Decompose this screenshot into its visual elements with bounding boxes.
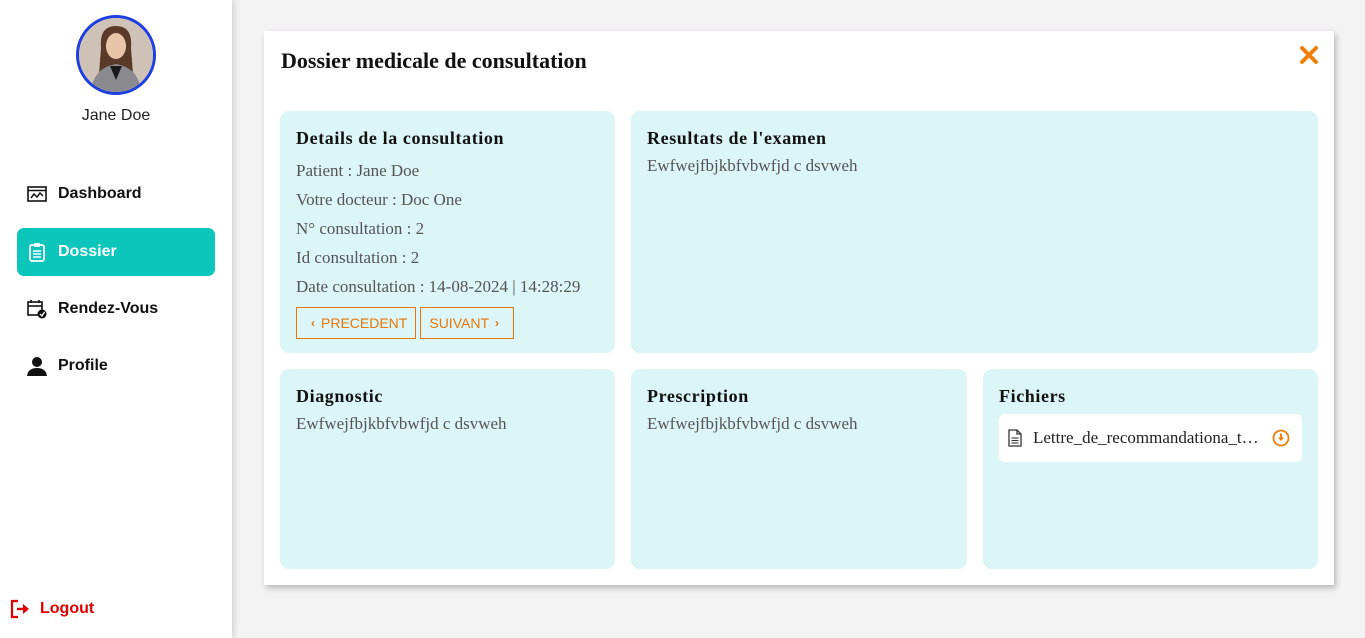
consultation-date: Date consultation : 14-08-2024 | 14:28:2…: [296, 277, 581, 296]
sidebar-item-rendez-vous[interactable]: Rendez-Vous: [17, 285, 215, 333]
calendar-icon: [27, 299, 47, 319]
details-title: Details de la consultation: [296, 128, 505, 148]
clipboard-icon: [27, 242, 47, 262]
details-card: Details de la consultation Patient : Jan…: [280, 111, 615, 353]
file-name: Lettre_de_recommandationa_tres_long_nom.…: [1033, 428, 1260, 447]
sidebar-item-label: Dossier: [58, 243, 117, 260]
diagnostic-text: Ewfwejfbjkbfvbwfjd c dsvweh: [296, 414, 507, 433]
logout-label: Logout: [40, 600, 95, 617]
results-card: Resultats de l'examen Ewfwejfbjkbfvbwfjd…: [631, 111, 1318, 353]
avatar[interactable]: [76, 15, 156, 95]
chevron-left-icon: ‹: [311, 316, 315, 330]
avatar-image: [79, 18, 153, 92]
logout-icon: [10, 598, 32, 620]
previous-label: PRECEDENT: [321, 315, 408, 331]
user-icon: [27, 356, 47, 376]
consultation-id: Id consultation : 2: [296, 248, 420, 267]
results-text: Ewfwejfbjkbfvbwfjd c dsvweh: [647, 156, 858, 175]
document-icon: [1007, 429, 1023, 447]
user-name: Jane Doe: [81, 107, 151, 124]
logout-button[interactable]: Logout: [10, 598, 94, 620]
next-button[interactable]: SUIVANT ›: [420, 307, 514, 339]
close-icon[interactable]: [1297, 43, 1321, 67]
file-item[interactable]: Lettre_de_recommandationa_tres_long_nom.…: [999, 414, 1302, 462]
results-title: Resultats de l'examen: [647, 128, 827, 148]
sidebar-item-label: Profile: [58, 357, 108, 374]
previous-button[interactable]: ‹ PRECEDENT: [296, 307, 417, 339]
files-title: Fichiers: [999, 386, 1066, 406]
chevron-right-icon: ›: [495, 316, 499, 330]
sidebar-item-label: Rendez-Vous: [58, 300, 159, 317]
prescription-title: Prescription: [647, 386, 749, 406]
prescription-text: Ewfwejfbjkbfvbwfjd c dsvweh: [647, 414, 858, 433]
sidebar-item-dossier[interactable]: Dossier: [17, 228, 215, 276]
prescription-card: Prescription Ewfwejfbjkbfvbwfjd c dsvweh: [631, 369, 967, 569]
sidebar-item-profile[interactable]: Profile: [17, 342, 215, 390]
dashboard-icon: [27, 184, 47, 204]
files-card: Fichiers Lettre_de_recommandationa_tres_…: [983, 369, 1318, 569]
sidebar-item-label: Dashboard: [58, 185, 142, 202]
consultation-modal: Dossier medicale de consultation Details…: [264, 31, 1334, 585]
consultation-number: N° consultation : 2: [296, 219, 425, 238]
doctor-text: Votre docteur : Doc One: [296, 190, 462, 209]
download-icon[interactable]: [1272, 429, 1290, 447]
diagnostic-title: Diagnostic: [296, 386, 383, 406]
patient-text: Patient : Jane Doe: [296, 161, 420, 180]
next-label: SUIVANT: [429, 315, 489, 331]
sidebar-item-dashboard[interactable]: Dashboard: [17, 170, 215, 218]
diagnostic-card: Diagnostic Ewfwejfbjkbfvbwfjd c dsvweh: [280, 369, 615, 569]
modal-title: Dossier medicale de consultation: [281, 48, 587, 73]
sidebar: Jane Doe Dashboard Dossier Rendez-Vous P…: [0, 0, 232, 638]
